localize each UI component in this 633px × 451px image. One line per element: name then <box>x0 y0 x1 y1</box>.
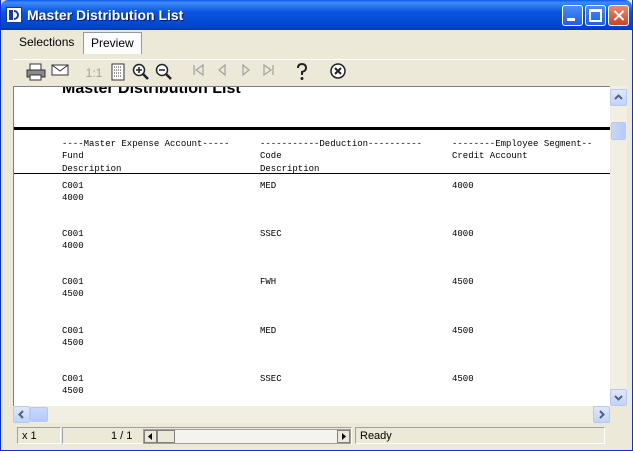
header-rule <box>14 127 611 130</box>
email-icon[interactable] <box>50 63 70 83</box>
right-arrow-icon <box>342 433 346 440</box>
row-2-fund-description: 4000 <box>62 241 84 251</box>
app-icon[interactable] <box>6 7 22 23</box>
page-scroller[interactable] <box>143 429 351 444</box>
row-4-code: MED <box>260 326 277 336</box>
row-1-fund-description: 4000 <box>62 193 84 203</box>
maximize-button[interactable] <box>585 5 606 26</box>
row-3-code: FWH <box>260 277 277 287</box>
preview-toolbar: 1:1 <box>13 59 625 87</box>
row-2-fund: C001 <box>62 229 84 239</box>
close-button[interactable] <box>608 5 629 26</box>
title-bar[interactable]: Master Distribution List <box>1 0 632 30</box>
scroll-left-button[interactable] <box>13 406 30 423</box>
row-2-credit-account: 4000 <box>452 229 474 239</box>
vertical-scroll-thumb[interactable] <box>611 122 626 140</box>
print-icon[interactable] <box>25 63 47 83</box>
first-page-icon[interactable] <box>189 63 207 83</box>
zoom-indicator: x 1 <box>17 427 61 444</box>
scroll-right-button[interactable] <box>593 406 610 423</box>
row-3-credit-account: 4500 <box>452 277 474 287</box>
page-scroll-left-button[interactable] <box>144 430 157 443</box>
row-5-fund: C001 <box>62 374 84 384</box>
tab-strip: Selections Preview <box>6 32 628 56</box>
scroll-down-button[interactable] <box>610 389 627 406</box>
window-title: Master Distribution List <box>27 7 184 23</box>
row-3-fund-description: 4500 <box>62 289 84 299</box>
row-2-code: SSEC <box>260 229 282 239</box>
column-rule <box>14 173 611 174</box>
zoom-out-icon[interactable] <box>154 63 174 83</box>
page-scroll-thumb[interactable] <box>157 430 175 443</box>
row-5-credit-account: 4500 <box>452 374 474 384</box>
minimize-button[interactable] <box>562 5 583 26</box>
column-header-credit-account: Credit Account <box>452 151 528 161</box>
zoom-in-icon[interactable] <box>131 63 151 83</box>
status-text: Ready <box>355 427 605 444</box>
column-header-code: Code <box>260 151 282 161</box>
help-icon[interactable] <box>293 62 311 83</box>
row-1-code: MED <box>260 181 277 191</box>
last-page-icon[interactable] <box>260 63 278 83</box>
row-5-fund-description: 4500 <box>62 386 84 396</box>
tab-selections[interactable]: Selections <box>12 32 81 54</box>
row-4-fund: C001 <box>62 326 84 336</box>
scroll-up-button[interactable] <box>610 89 627 106</box>
row-1-fund: C001 <box>62 181 84 191</box>
chevron-right-icon <box>599 410 605 419</box>
row-1-credit-account: 4000 <box>452 181 474 191</box>
horizontal-scrollbar[interactable] <box>13 406 610 423</box>
chevron-left-icon <box>18 410 24 419</box>
row-4-fund-description: 4500 <box>62 338 84 348</box>
row-3-fund: C001 <box>62 277 84 287</box>
row-5-code: SSEC <box>260 374 282 384</box>
page-scroll-right-button[interactable] <box>337 430 350 443</box>
tab-preview[interactable]: Preview <box>83 32 142 54</box>
column-header-fund: Fund <box>62 151 84 161</box>
left-arrow-icon <box>148 433 152 440</box>
report-window: Master Distribution List Selections Prev… <box>0 0 633 451</box>
group-header-employee-segment: --------Employee Segment-- <box>452 139 593 149</box>
actual-size-button[interactable]: 1:1 <box>83 63 105 83</box>
chevron-down-icon <box>614 395 623 401</box>
horizontal-scroll-thumb[interactable] <box>30 407 48 422</box>
page-indicator-panel: 1 / 1 <box>62 427 352 444</box>
report-preview-area[interactable]: Master Distribution List ----Master Expe… <box>13 86 611 407</box>
report-page: Master Distribution List ----Master Expe… <box>14 87 611 407</box>
group-header-expense-account: ----Master Expense Account----- <box>62 139 230 149</box>
group-header-deduction: -----------Deduction---------- <box>260 139 423 149</box>
next-page-icon[interactable] <box>237 63 255 83</box>
vertical-scrollbar[interactable] <box>610 86 627 406</box>
close-preview-icon[interactable] <box>329 63 347 83</box>
status-bar: x 1 1 / 1 Ready <box>13 427 625 445</box>
page-view-icon[interactable] <box>109 63 127 83</box>
page-indicator: 1 / 1 <box>111 430 133 442</box>
row-4-credit-account: 4500 <box>452 326 474 336</box>
previous-page-icon[interactable] <box>213 63 231 83</box>
report-title: Master Distribution List <box>62 86 241 97</box>
chevron-up-icon <box>614 94 623 100</box>
